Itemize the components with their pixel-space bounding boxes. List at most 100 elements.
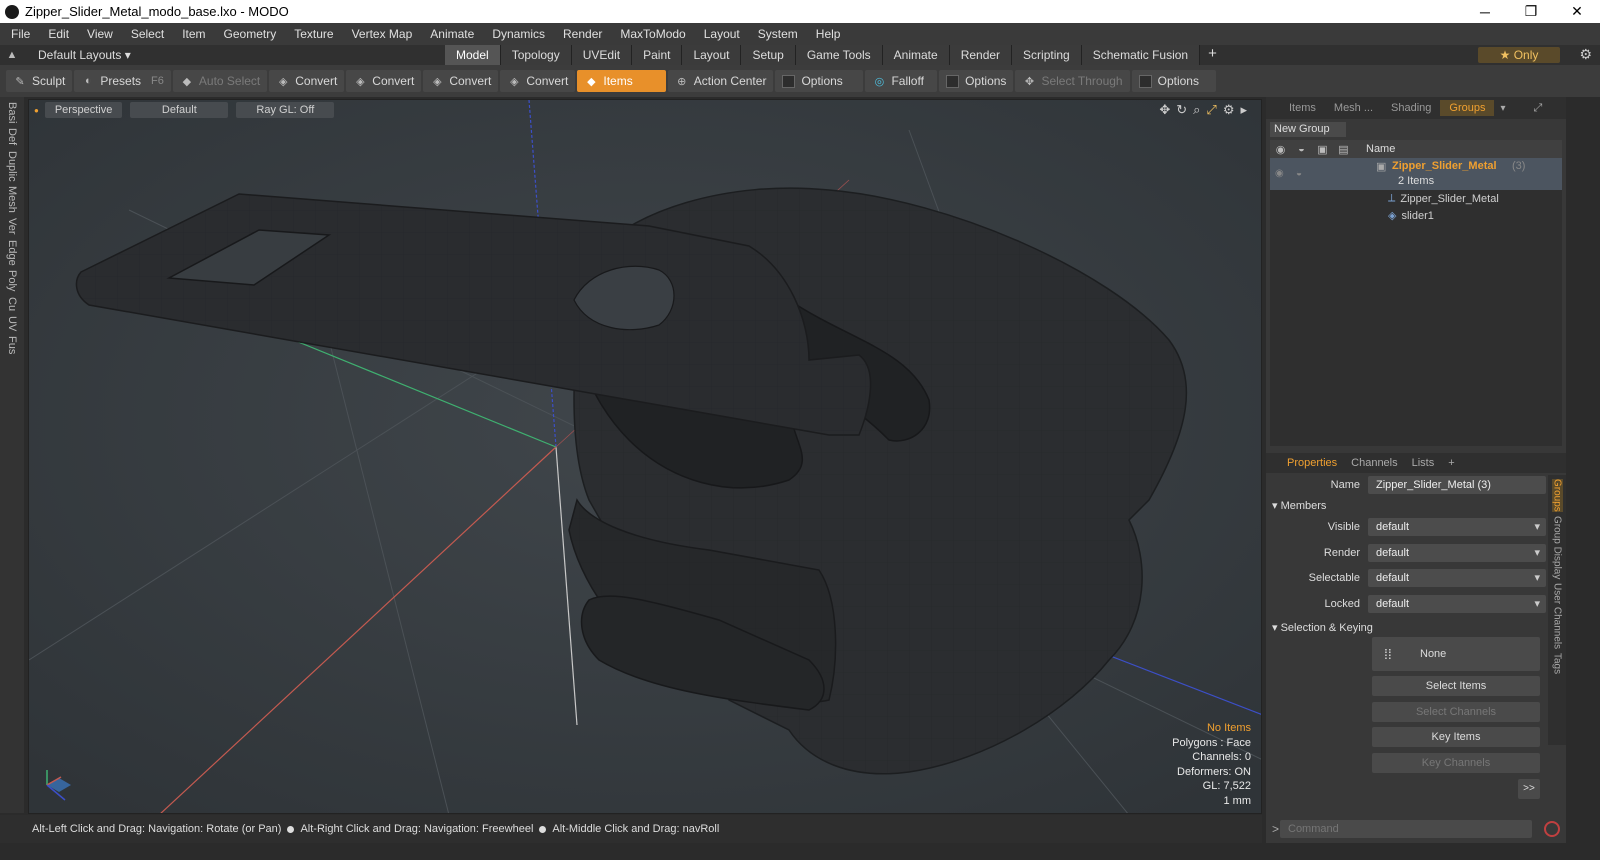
menu-maxtomodo[interactable]: MaxToModo [609, 27, 692, 41]
menu-edit[interactable]: Edit [37, 27, 76, 41]
add-props-tab-button[interactable]: + [1441, 455, 1461, 471]
viewport-menu-arrow-icon[interactable]: ▸ [1240, 102, 1247, 118]
tab-setup[interactable]: Setup [741, 45, 796, 65]
fit-icon[interactable]: ⤢ [1206, 102, 1216, 118]
tab-channels[interactable]: Channels [1344, 455, 1404, 471]
falloff-options[interactable]: Options [939, 70, 1014, 92]
pan-icon[interactable]: ✥ [1159, 102, 1170, 118]
menu-texture[interactable]: Texture [283, 27, 340, 41]
view-type-dropdown[interactable]: Perspective [44, 102, 123, 118]
key-items-button[interactable]: Key Items [1372, 727, 1540, 747]
side-tab-groups[interactable]: Groups [1551, 479, 1563, 512]
menu-system[interactable]: System [747, 27, 805, 41]
tab-scripting[interactable]: Scripting [1012, 45, 1082, 65]
shading-style-dropdown[interactable]: Default [130, 102, 229, 118]
selection-keying-section[interactable]: ▾ Selection & Keying [1272, 621, 1373, 634]
action-center-options[interactable]: Options [775, 70, 864, 92]
record-icon[interactable] [1544, 821, 1560, 837]
tab-mesh[interactable]: Mesh ... [1325, 100, 1382, 116]
menu-animate[interactable]: Animate [419, 27, 481, 41]
presets-button[interactable]: ◐ Presets F6 [74, 70, 171, 92]
auto-select-button[interactable]: ◆ Auto Select [172, 70, 268, 92]
tab-render[interactable]: Render [949, 45, 1013, 65]
tab-lists[interactable]: Lists [1405, 455, 1442, 471]
row-eye-icon[interactable]: ◉ [1275, 168, 1284, 179]
members-section[interactable]: ▾ Members [1272, 499, 1326, 512]
raygl-toggle[interactable]: Ray GL: Off [236, 102, 335, 118]
tree-row-group[interactable]: ◉ ◒ ▣ Zipper_Slider_Metal (3) 2 Items [1270, 158, 1562, 190]
menu-file[interactable]: File [0, 27, 37, 41]
command-input[interactable] [1280, 820, 1532, 838]
strip-tab-uv[interactable]: UV [6, 316, 18, 331]
tab-animate[interactable]: Animate [882, 45, 950, 65]
gear-icon[interactable]: ⚙ [1579, 46, 1592, 63]
3d-viewport[interactable]: ● Perspective Default Ray GL: Off ✥ ↻ ⌕ … [28, 99, 1262, 814]
tab-layout[interactable]: Layout [682, 45, 742, 65]
falloff-button[interactable]: ◎ Falloff [865, 70, 938, 92]
menu-layout[interactable]: Layout [693, 27, 747, 41]
tab-items[interactable]: Items [1280, 100, 1325, 116]
render-icon[interactable]: ◒ [1291, 143, 1312, 155]
tab-paint[interactable]: Paint [632, 45, 683, 65]
menu-help[interactable]: Help [805, 27, 848, 41]
convert-polygons-button[interactable]: ◈ Convert [423, 70, 499, 92]
strip-tab-mesh[interactable]: Mesh [6, 186, 18, 213]
strip-tab-fusion[interactable]: Fus [6, 336, 18, 354]
strip-tab-curve[interactable]: Cu [6, 297, 18, 311]
new-group-button[interactable]: New Group [1270, 122, 1346, 137]
more-button[interactable]: >> [1518, 779, 1540, 799]
action-center-button[interactable]: ⊕ Action Center [667, 70, 774, 92]
none-button[interactable]: ⁞⁞ None [1372, 637, 1540, 671]
strip-tab-edge[interactable]: Edge [6, 240, 18, 266]
strip-tab-basic[interactable]: Basi [6, 102, 18, 123]
sculpt-button[interactable]: ✎ Sculpt [6, 70, 73, 92]
close-button[interactable]: ✕ [1554, 0, 1600, 23]
tab-game-tools[interactable]: Game Tools [795, 45, 883, 65]
convert-materials-button[interactable]: ◈ Convert [500, 70, 576, 92]
convert-vertices-button[interactable]: ◈ Convert [269, 70, 345, 92]
select-channels-button[interactable]: Select Channels [1372, 702, 1540, 722]
expand-panel-icon[interactable]: ⤢ [1534, 102, 1543, 115]
add-tab-button[interactable]: + [1200, 45, 1225, 65]
tab-topology[interactable]: Topology [500, 45, 572, 65]
options-checkbox[interactable] [946, 74, 960, 88]
menu-render[interactable]: Render [552, 27, 609, 41]
visibility-eye-icon[interactable]: ◉ [1270, 143, 1291, 156]
menu-item[interactable]: Item [171, 27, 212, 41]
options-checkbox[interactable] [782, 74, 796, 88]
tab-model[interactable]: Model [445, 45, 501, 65]
menu-view[interactable]: View [76, 27, 120, 41]
side-tab-tags[interactable]: Tags [1552, 653, 1563, 674]
select-through-options[interactable]: Options [1131, 70, 1216, 92]
side-tab-group-display[interactable]: Group Display [1552, 516, 1563, 579]
select-through-button[interactable]: ✥ Select Through [1015, 70, 1130, 92]
visible-dropdown[interactable]: default [1368, 518, 1546, 536]
only-toggle[interactable]: ★ Only [1478, 47, 1560, 63]
locked-dropdown[interactable]: default [1368, 595, 1546, 613]
strip-tab-deform[interactable]: Def [6, 128, 18, 145]
group-name-field[interactable]: Zipper_Slider_Metal (3) [1368, 476, 1546, 494]
minimize-button[interactable]: ─ [1462, 0, 1508, 23]
strip-tab-duplicate[interactable]: Duplic [6, 151, 18, 182]
tabs-dropdown-icon[interactable]: ▾ [1500, 103, 1505, 114]
menu-select[interactable]: Select [120, 27, 171, 41]
tab-schematic-fusion[interactable]: Schematic Fusion [1081, 45, 1201, 65]
zoom-icon[interactable]: ⌕ [1193, 102, 1200, 118]
select-icon[interactable]: ▤ [1333, 143, 1354, 156]
tree-row-mesh[interactable]: ◈ slider1 [1270, 207, 1562, 224]
tab-shading[interactable]: Shading [1382, 100, 1440, 116]
pin-icon[interactable]: ▲ [0, 49, 24, 61]
side-tab-user-channels[interactable]: User Channels [1552, 583, 1563, 649]
tab-properties[interactable]: Properties [1280, 455, 1344, 471]
viewport-gear-icon[interactable]: ⚙ [1223, 102, 1235, 118]
strip-tab-vertex[interactable]: Ver [6, 218, 18, 235]
default-layouts-dropdown[interactable]: Default Layouts ▾ [24, 48, 144, 62]
select-items-button[interactable]: Select Items [1372, 676, 1540, 696]
selectable-dropdown[interactable]: default [1368, 569, 1546, 587]
row-render-icon[interactable]: ◒ [1296, 168, 1302, 179]
render-dropdown[interactable]: default [1368, 544, 1546, 562]
restore-button[interactable]: ❐ [1508, 0, 1554, 23]
menu-geometry[interactable]: Geometry [213, 27, 284, 41]
options-checkbox[interactable] [1138, 74, 1152, 88]
menu-vertex-map[interactable]: Vertex Map [341, 27, 420, 41]
